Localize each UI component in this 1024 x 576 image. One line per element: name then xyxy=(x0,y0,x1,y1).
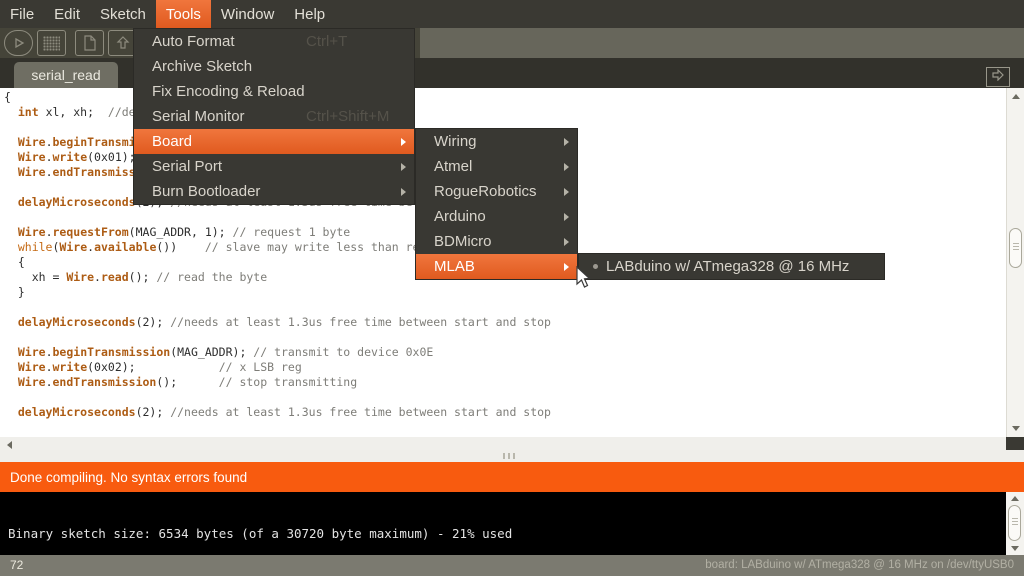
verify-button[interactable] xyxy=(4,30,33,56)
code-line: delayMicroseconds(2); //needs at least 1… xyxy=(4,405,551,420)
menu-item-label: Burn Bootloader xyxy=(152,183,260,200)
status-bar: 72 board: LABduino w/ ATmega328 @ 16 MHz… xyxy=(0,555,1024,576)
submenu-arrow-icon xyxy=(401,138,406,146)
menu-item-label: RogueRobotics xyxy=(434,183,537,200)
menu-item-mlab[interactable]: MLAB xyxy=(416,254,577,279)
submenu-arrow-icon xyxy=(401,163,406,171)
menu-item-label: MLAB xyxy=(434,258,475,275)
menu-tools[interactable]: Tools xyxy=(156,0,211,28)
menu-bar: File Edit Sketch Tools Window Help xyxy=(0,0,1024,28)
mouse-cursor xyxy=(576,266,594,295)
play-icon xyxy=(13,37,25,49)
code-line: delayMicroseconds(2); //needs at least 1… xyxy=(4,315,551,330)
submenu-arrow-icon xyxy=(564,263,569,271)
editor-horizontal-scrollbar[interactable] xyxy=(0,437,1006,450)
scroll-down-icon[interactable] xyxy=(1012,426,1020,431)
menu-item-label: Serial Port xyxy=(152,158,222,175)
submenu-arrow-icon xyxy=(564,138,569,146)
stop-icon xyxy=(43,36,60,51)
code-line xyxy=(4,300,551,315)
menu-item-label: Wiring xyxy=(434,133,477,150)
mlab-submenu: LABduino w/ ATmega328 @ 16 MHz xyxy=(578,253,885,280)
menu-item-label: Auto Format xyxy=(152,33,235,50)
console-thumb-grip xyxy=(1012,518,1018,526)
board-port-info: board: LABduino w/ ATmega328 @ 16 MHz on… xyxy=(705,559,1014,571)
menu-item-label: BDMicro xyxy=(434,233,492,250)
menu-item-archive-sketch[interactable]: Archive Sketch xyxy=(134,54,414,79)
console-scrollbar[interactable] xyxy=(1006,492,1024,555)
compile-status-bar: Done compiling. No syntax errors found xyxy=(0,462,1024,492)
menu-item-fix-encoding[interactable]: Fix Encoding & Reload xyxy=(134,79,414,104)
splitter-grip-icon xyxy=(503,453,517,459)
menu-item-label: Arduino xyxy=(434,208,486,225)
menu-item-shortcut: Ctrl+Shift+M xyxy=(306,108,389,125)
menu-file[interactable]: File xyxy=(0,0,44,28)
code-line: Wire.write(0x02); // x LSB reg xyxy=(4,360,551,375)
scroll-left-icon[interactable] xyxy=(7,441,12,449)
code-line xyxy=(4,330,551,345)
menu-item-serial-port[interactable]: Serial Port xyxy=(134,154,414,179)
menu-edit[interactable]: Edit xyxy=(44,0,90,28)
menu-item-label: Board xyxy=(152,133,192,150)
submenu-arrow-icon xyxy=(564,238,569,246)
menu-item-label: LABduino w/ ATmega328 @ 16 MHz xyxy=(606,258,849,275)
right-arrow-icon xyxy=(991,68,1005,86)
menu-item-wiring[interactable]: Wiring xyxy=(416,129,577,154)
tab-serial-read[interactable]: serial_read xyxy=(14,62,118,88)
menu-item-bdmicro[interactable]: BDMicro xyxy=(416,229,577,254)
stop-button[interactable] xyxy=(37,30,66,56)
new-sketch-button[interactable] xyxy=(75,30,104,56)
console-scrollbar-thumb[interactable] xyxy=(1008,505,1021,541)
menu-item-roguerobotics[interactable]: RogueRobotics xyxy=(416,179,577,204)
submenu-arrow-icon xyxy=(564,188,569,196)
editor-console-splitter[interactable] xyxy=(0,450,1024,462)
tab-menu-button[interactable] xyxy=(986,67,1010,87)
menu-item-shortcut: Ctrl+T xyxy=(306,33,347,50)
code-line: Wire.endTransmission(); // stop transmit… xyxy=(4,375,551,390)
thumb-grip xyxy=(1013,243,1019,251)
console-output: Binary sketch size: 6534 bytes (of a 307… xyxy=(0,492,1024,555)
menu-item-label: Fix Encoding & Reload xyxy=(152,83,305,100)
menu-item-arduino[interactable]: Arduino xyxy=(416,204,577,229)
console-text: Binary sketch size: 6534 bytes (of a 307… xyxy=(8,526,512,541)
cursor-line-number: 72 xyxy=(10,558,23,572)
compile-status-text: Done compiling. No syntax errors found xyxy=(10,470,247,485)
menu-item-burn-bootloader[interactable]: Burn Bootloader xyxy=(134,179,414,204)
menu-help[interactable]: Help xyxy=(284,0,335,28)
menu-item-label: Atmel xyxy=(434,158,472,175)
submenu-arrow-icon xyxy=(564,163,569,171)
submenu-arrow-icon xyxy=(401,188,406,196)
console-scroll-down-icon[interactable] xyxy=(1011,546,1019,551)
code-line xyxy=(4,390,551,405)
new-file-icon xyxy=(83,35,97,51)
scroll-up-icon[interactable] xyxy=(1012,94,1020,99)
menu-item-label: Serial Monitor xyxy=(152,108,245,125)
board-submenu: Wiring Atmel RogueRobotics Arduino BDMic… xyxy=(415,128,578,280)
menu-item-label: Archive Sketch xyxy=(152,58,252,75)
menu-item-auto-format[interactable]: Auto Format Ctrl+T xyxy=(134,29,414,54)
scrollbar-thumb[interactable] xyxy=(1009,228,1022,268)
menu-item-atmel[interactable]: Atmel xyxy=(416,154,577,179)
editor-vertical-scrollbar[interactable] xyxy=(1006,88,1024,437)
code-line: } xyxy=(4,285,551,300)
upload-arrow-icon xyxy=(115,35,131,51)
tools-dropdown-menu: Auto Format Ctrl+T Archive Sketch Fix En… xyxy=(133,28,415,205)
arduino-ide-window: { "colors": { "accent_orange": "#e8632a"… xyxy=(0,0,1024,576)
code-line: Wire.beginTransmission(MAG_ADDR); // tra… xyxy=(4,345,551,360)
menu-item-labduino[interactable]: LABduino w/ ATmega328 @ 16 MHz xyxy=(579,254,884,279)
menu-item-serial-monitor[interactable]: Serial Monitor Ctrl+Shift+M xyxy=(134,104,414,129)
menu-window[interactable]: Window xyxy=(211,0,284,28)
menu-sketch[interactable]: Sketch xyxy=(90,0,156,28)
console-scroll-up-icon[interactable] xyxy=(1011,496,1019,501)
submenu-arrow-icon xyxy=(564,213,569,221)
menu-item-board[interactable]: Board xyxy=(134,129,414,154)
